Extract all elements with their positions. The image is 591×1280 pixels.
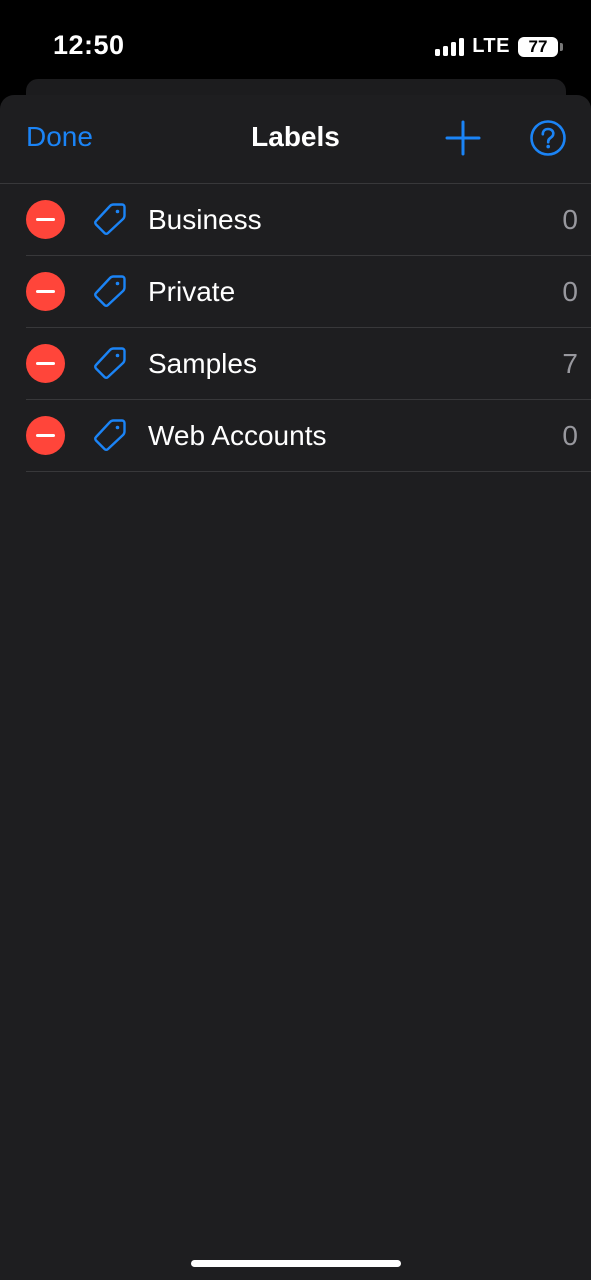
add-label-button[interactable] xyxy=(444,119,482,157)
battery-nub xyxy=(560,42,563,51)
label-name: Samples xyxy=(148,348,257,379)
delete-button[interactable] xyxy=(26,272,65,311)
labels-sheet: Done Labels Business 0 Private 0 Samples… xyxy=(0,95,591,1280)
tag-icon xyxy=(94,347,126,379)
plus-icon xyxy=(445,120,481,156)
label-count: 0 xyxy=(562,420,578,451)
label-row-web-accounts[interactable]: Web Accounts 0 xyxy=(26,400,591,472)
label-row-business[interactable]: Business 0 xyxy=(26,184,591,256)
delete-button[interactable] xyxy=(26,344,65,383)
screen: 12:50 LTE 77 Done Labels Business 0 Priv… xyxy=(0,0,591,1280)
help-button[interactable] xyxy=(529,119,567,157)
label-name: Private xyxy=(148,276,236,307)
label-row-private[interactable]: Private 0 xyxy=(26,256,591,328)
question-circle-icon xyxy=(530,120,566,156)
delete-button[interactable] xyxy=(26,200,65,239)
label-count: 7 xyxy=(562,348,578,379)
tag-icon xyxy=(94,419,126,451)
label-count: 0 xyxy=(562,276,578,307)
delete-button[interactable] xyxy=(26,416,65,455)
status-bar: 12:50 LTE 77 xyxy=(0,0,591,80)
page-title: Labels xyxy=(251,121,340,152)
signal-icon xyxy=(435,37,465,56)
label-list: Business 0 Private 0 Samples 7 Web Accou… xyxy=(0,184,591,472)
battery-icon: 77 xyxy=(518,36,558,57)
network-type: LTE xyxy=(472,35,510,57)
status-time: 12:50 xyxy=(53,30,125,60)
navigation-bar: Done Labels xyxy=(0,95,591,184)
tag-icon xyxy=(94,203,126,235)
status-indicators: LTE 77 xyxy=(435,35,563,58)
label-count: 0 xyxy=(562,204,578,235)
tag-icon xyxy=(94,275,126,307)
battery-level: 77 xyxy=(528,37,548,56)
home-indicator[interactable] xyxy=(191,1260,401,1267)
label-row-samples[interactable]: Samples 7 xyxy=(26,328,591,400)
label-name: Business xyxy=(148,204,262,235)
label-name: Web Accounts xyxy=(148,420,327,451)
